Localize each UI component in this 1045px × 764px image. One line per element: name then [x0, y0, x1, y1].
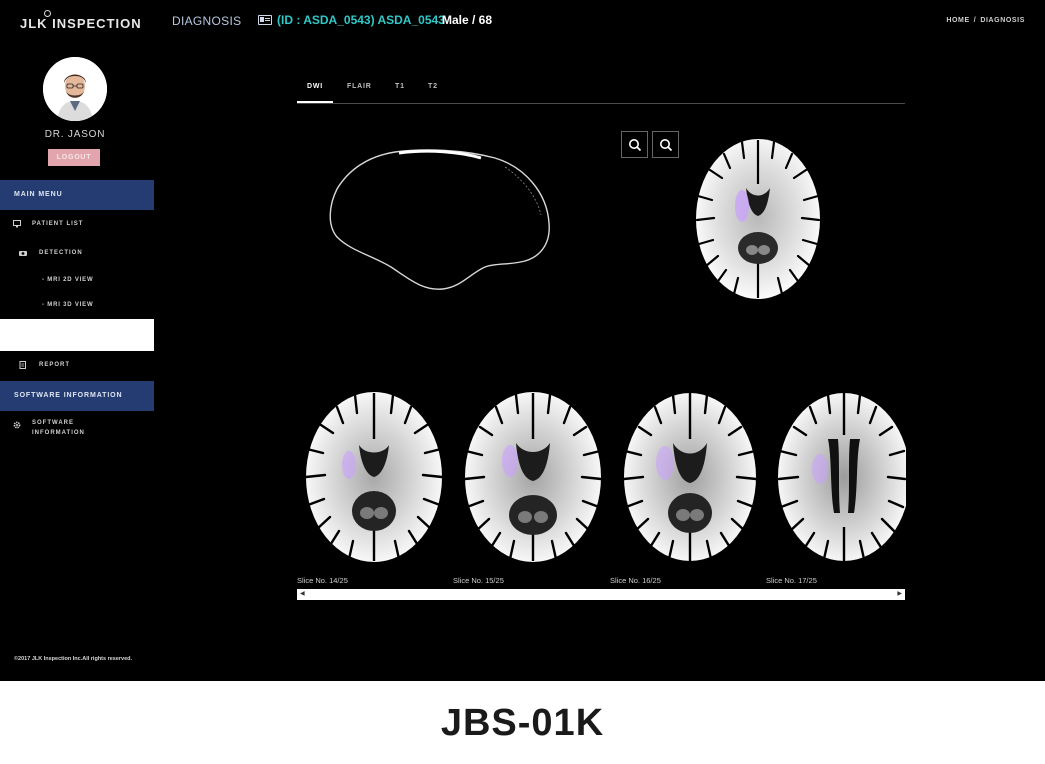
- scanner-icon: [19, 249, 27, 257]
- sidebar-item-active[interactable]: [0, 319, 154, 351]
- sidebar-subitem-mri-2d[interactable]: - MRI 2D VIEW: [42, 277, 93, 283]
- product-caption: JBS-01K: [440, 702, 605, 744]
- gear-icon: [13, 421, 21, 429]
- zoom-out-button[interactable]: [652, 131, 679, 158]
- mri-slice-17[interactable]: [776, 389, 906, 565]
- slice-label: Slice No. 15/25: [453, 576, 504, 585]
- app-logo[interactable]: JLK INSPECTION: [20, 16, 142, 31]
- app-window: JLK INSPECTION DIAGNOSIS (ID : ASDA_0543…: [0, 0, 1045, 681]
- active-tab-indicator: [297, 101, 333, 103]
- mri-slice-16[interactable]: [621, 389, 759, 565]
- zoom-in-icon: [629, 139, 642, 152]
- report-icon: [19, 361, 27, 369]
- tab-t1[interactable]: T1: [395, 83, 405, 90]
- id-card-icon: [258, 15, 272, 25]
- sidebar-subitem-mri-3d[interactable]: - MRI 3D VIEW: [42, 302, 93, 308]
- scroll-right-icon[interactable]: ▶: [897, 590, 902, 599]
- patient-id: (ID : ASDA_0543) ASDA_0543: [277, 13, 445, 27]
- avatar: [43, 57, 107, 121]
- monitor-icon: [13, 220, 21, 228]
- tab-flair[interactable]: FLAIR: [347, 83, 372, 90]
- slice-scrollbar[interactable]: ◀ ▶: [297, 589, 905, 600]
- sidebar-item-detection[interactable]: DETECTION: [0, 244, 154, 262]
- main-mri-slice[interactable]: [694, 136, 822, 302]
- doctor-name: DR. JASON: [44, 129, 106, 140]
- mri-slice-14[interactable]: [303, 389, 445, 565]
- brain-outline-render[interactable]: [325, 145, 555, 295]
- caption-band: JBS-01K: [0, 681, 1045, 764]
- slice-label: Slice No. 17/25: [766, 576, 817, 585]
- sequence-tabs: DWI FLAIR T1 T2: [297, 78, 905, 104]
- nav-diagnosis[interactable]: DIAGNOSIS: [172, 14, 241, 28]
- zoom-out-icon: [660, 139, 673, 152]
- zoom-in-button[interactable]: [621, 131, 648, 158]
- breadcrumb-diagnosis: DIAGNOSIS: [980, 17, 1025, 24]
- sidebar-item-software-information[interactable]: SOFTWARE INFORMATION: [0, 418, 154, 444]
- top-header: JLK INSPECTION DIAGNOSIS (ID : ASDA_0543…: [0, 0, 1045, 44]
- tab-t2[interactable]: T2: [428, 83, 438, 90]
- sidebar-item-label: SOFTWARE INFORMATION: [32, 420, 85, 436]
- tab-dwi[interactable]: DWI: [307, 83, 323, 90]
- scroll-left-icon[interactable]: ◀: [300, 590, 305, 599]
- patient-demographics: Male / 68: [442, 13, 493, 27]
- slice-label: Slice No. 14/25: [297, 576, 348, 585]
- software-information-header: SOFTWARE INFORMATION: [0, 381, 154, 411]
- sidebar-item-label: DETECTION: [39, 250, 83, 256]
- mri-slice-15[interactable]: [462, 389, 604, 565]
- sidebar-item-label: REPORT: [39, 362, 71, 368]
- logout-button[interactable]: LOGOUT: [48, 149, 100, 166]
- breadcrumb-home[interactable]: HOME: [946, 17, 969, 24]
- copyright-text: ©2017 JLK Inspection Inc.All rights rese…: [14, 656, 133, 662]
- sidebar-item-patient-list[interactable]: PATIENT LIST: [0, 215, 154, 233]
- slice-label: Slice No. 16/25: [610, 576, 661, 585]
- breadcrumb: HOME / DIAGNOSIS: [946, 17, 1025, 24]
- main-menu-header: MAIN MENU: [0, 180, 154, 210]
- sidebar: DR. JASON LOGOUT MAIN MENU PATIENT LIST …: [0, 44, 154, 681]
- sidebar-item-label: PATIENT LIST: [32, 221, 84, 227]
- sidebar-item-report[interactable]: REPORT: [0, 356, 154, 374]
